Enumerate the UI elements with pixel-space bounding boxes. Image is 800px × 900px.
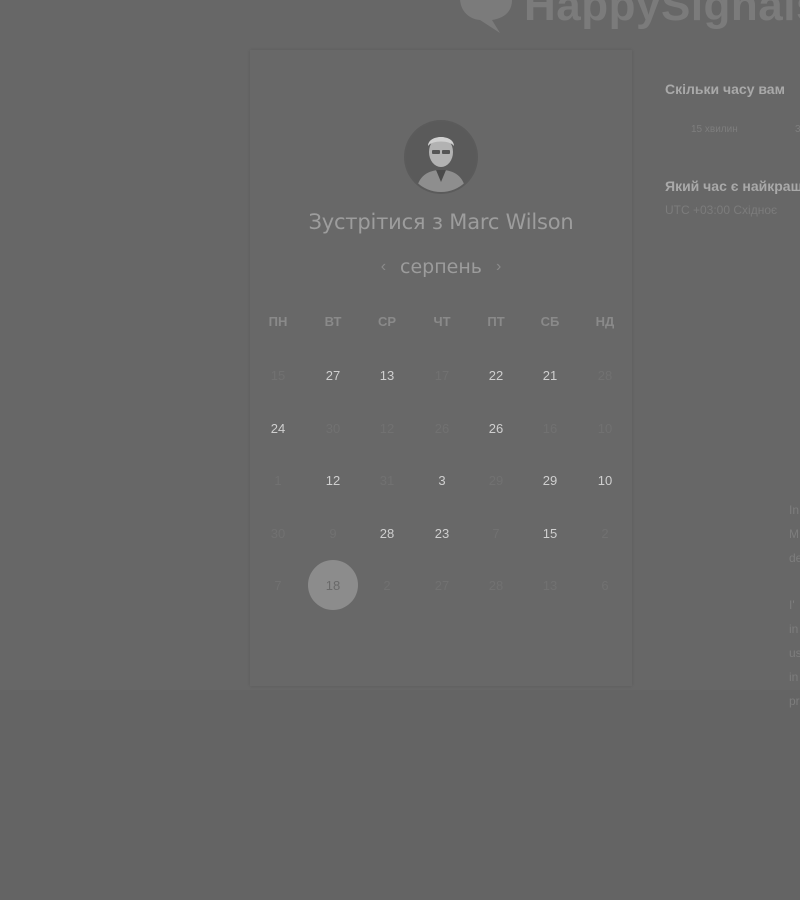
calendar-day: 15 — [270, 367, 286, 383]
calendar-day: 2 — [601, 525, 609, 541]
calendar-day: 30 — [270, 525, 286, 541]
calendar-day[interactable]: 3 — [417, 455, 467, 505]
description-line: I' — [789, 598, 795, 612]
calendar-day: 26 — [434, 420, 450, 436]
calendar-grid: 15 27 13 17 22 21 28 24 30 12 26 26 16 10 1 12 31 3 29 29 10… — [250, 50, 632, 686]
calendar-day: 30 — [325, 420, 341, 436]
calendar-day: 7 — [274, 577, 282, 593]
description-line: us — [789, 646, 800, 660]
description-block: I' in us in pr — [789, 593, 800, 713]
calendar-day: 31 — [379, 472, 395, 488]
timezone-select[interactable]: UTC +03:00 Східноє — [665, 203, 777, 217]
calendar-day: 12 — [379, 420, 395, 436]
calendar-day: 27 — [434, 577, 450, 593]
calendar-day[interactable]: 28 — [362, 508, 412, 558]
description-line: in — [789, 622, 799, 636]
calendar-day: 28 — [597, 367, 613, 383]
calendar-day[interactable]: 15 — [525, 508, 575, 558]
scheduler-card: Зустрітися з Marc Wilson ‹ серпень › ПН … — [250, 50, 632, 686]
calendar-day[interactable]: 23 — [417, 508, 467, 558]
calendar-day: 16 — [542, 420, 558, 436]
calendar-day[interactable]: 26 — [471, 403, 521, 453]
duration-question: Скільки часу вам — [665, 81, 785, 97]
calendar-day: 9 — [329, 525, 337, 541]
calendar-day[interactable]: 10 — [580, 455, 630, 505]
calendar-day[interactable]: 29 — [525, 455, 575, 505]
side-panel: Скільки часу вам 15 хвилин 3 Який час є … — [665, 0, 800, 720]
calendar-day[interactable]: 13 — [362, 350, 412, 400]
calendar-day: 7 — [492, 525, 500, 541]
description-line: M — [789, 527, 799, 541]
calendar-day[interactable]: 12 — [308, 455, 358, 505]
calendar-day[interactable]: 22 — [471, 350, 521, 400]
calendar-day[interactable]: 27 — [308, 350, 358, 400]
time-question: Який час є найкращ — [665, 178, 800, 194]
description-block: In M de — [789, 498, 800, 570]
calendar-day[interactable]: 24 — [253, 403, 303, 453]
description-line: in — [789, 670, 799, 684]
calendar-day: 28 — [488, 577, 504, 593]
calendar-day-selected[interactable]: 18 — [308, 560, 358, 610]
description-line: de — [789, 551, 800, 565]
calendar-day: 13 — [542, 577, 558, 593]
calendar-day: 6 — [601, 577, 609, 593]
calendar-day: 10 — [597, 420, 613, 436]
calendar-day[interactable]: 21 — [525, 350, 575, 400]
description-line: In — [789, 503, 800, 517]
logo-mark-icon — [452, 0, 516, 34]
calendar-day: 2 — [383, 577, 391, 593]
calendar-day: 1 — [274, 472, 282, 488]
calendar-day: 17 — [434, 367, 450, 383]
duration-option[interactable]: 3 — [795, 124, 800, 135]
description-line: pr — [789, 694, 800, 708]
calendar-day: 29 — [488, 472, 504, 488]
duration-option[interactable]: 15 хвилин — [691, 124, 738, 135]
